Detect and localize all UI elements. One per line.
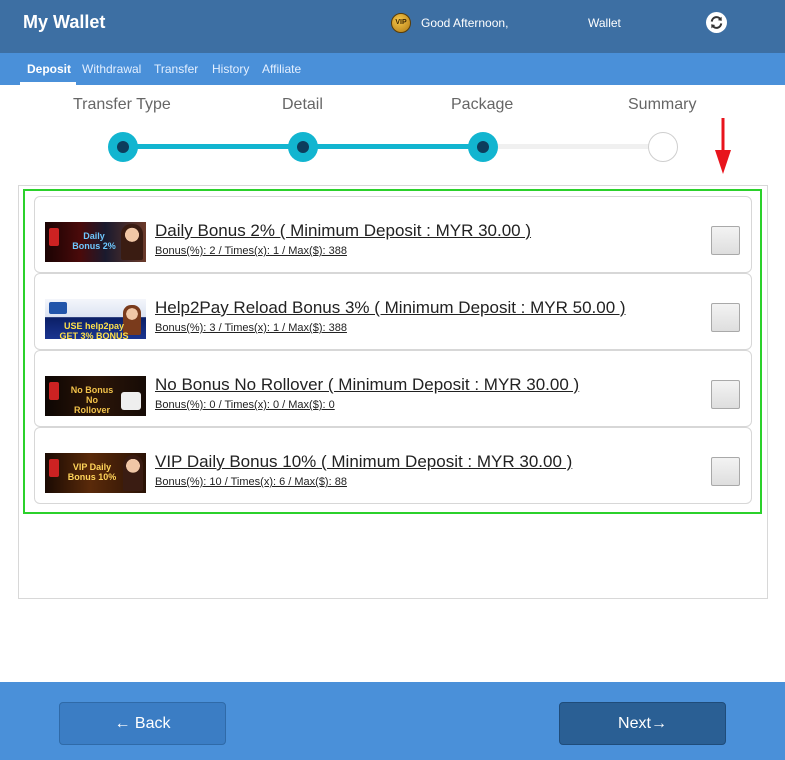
package-title[interactable]: VIP Daily Bonus 10% ( Minimum Deposit : … <box>155 452 572 472</box>
active-tab-indicator <box>20 82 76 85</box>
package-details: Bonus(%): 3 / Times(x): 1 / Max($): 388 <box>155 322 347 334</box>
package-banner-image: Daily Bonus 2% <box>45 222 146 262</box>
red-arrow-down-icon <box>715 118 731 174</box>
step-node-transfer-type <box>108 132 138 162</box>
step-track-remaining <box>483 144 663 149</box>
tab-withdrawal[interactable]: Withdrawal <box>82 62 141 76</box>
tab-history[interactable]: History <box>212 62 249 76</box>
package-details: Bonus(%): 2 / Times(x): 1 / Max($): 388 <box>155 245 347 257</box>
package-item-help2pay-reload[interactable]: USE help2pay GET 3% BONUS Help2Pay Reloa… <box>34 273 752 350</box>
package-banner-image: No Bonus No Rollover <box>45 376 146 416</box>
vip-badge-icon: VIP <box>391 13 411 33</box>
package-select-checkbox[interactable] <box>711 380 740 409</box>
package-details: Bonus(%): 10 / Times(x): 6 / Max($): 88 <box>155 476 347 488</box>
step-node-package <box>468 132 498 162</box>
greeting-text: Good Afternoon, <box>421 16 509 30</box>
package-select-checkbox[interactable] <box>711 226 740 255</box>
refresh-button[interactable] <box>706 12 727 33</box>
tab-affiliate[interactable]: Affiliate <box>262 62 301 76</box>
package-title[interactable]: No Bonus No Rollover ( Minimum Deposit :… <box>155 375 579 395</box>
tab-deposit[interactable]: Deposit <box>27 62 71 76</box>
step-label-detail: Detail <box>282 96 323 113</box>
package-item-no-bonus[interactable]: No Bonus No Rollover No Bonus No Rollove… <box>34 350 752 427</box>
package-item-daily-bonus[interactable]: Daily Bonus 2% Daily Bonus 2% ( Minimum … <box>34 196 752 273</box>
step-label-package: Package <box>451 96 514 113</box>
next-button[interactable]: Next→ <box>559 702 726 745</box>
package-title[interactable]: Daily Bonus 2% ( Minimum Deposit : MYR 3… <box>155 221 531 241</box>
step-node-detail <box>288 132 318 162</box>
footer-bar: ← Back Next→ <box>0 682 785 760</box>
package-banner-image: VIP Daily Bonus 10% <box>45 453 146 493</box>
package-select-checkbox[interactable] <box>711 457 740 486</box>
step-label-summary: Summary <box>628 96 697 113</box>
page-title: My Wallet <box>23 12 106 32</box>
tab-transfer[interactable]: Transfer <box>154 62 198 76</box>
sub-navigation: Deposit Withdrawal Transfer History Affi… <box>0 53 785 85</box>
package-title[interactable]: Help2Pay Reload Bonus 3% ( Minimum Depos… <box>155 298 626 318</box>
package-item-vip-daily-bonus[interactable]: VIP Daily Bonus 10% VIP Daily Bonus 10% … <box>34 427 752 504</box>
step-label-transfer-type: Transfer Type <box>73 96 171 113</box>
refresh-icon <box>710 16 723 29</box>
package-banner-image: USE help2pay GET 3% BONUS <box>45 299 146 339</box>
step-node-summary <box>648 132 678 162</box>
back-button[interactable]: ← Back <box>59 702 226 745</box>
wallet-label: Wallet <box>588 16 621 30</box>
package-details: Bonus(%): 0 / Times(x): 0 / Max($): 0 <box>155 399 335 411</box>
package-select-checkbox[interactable] <box>711 303 740 332</box>
top-bar: My Wallet VIP Good Afternoon, Wallet <box>0 0 785 53</box>
